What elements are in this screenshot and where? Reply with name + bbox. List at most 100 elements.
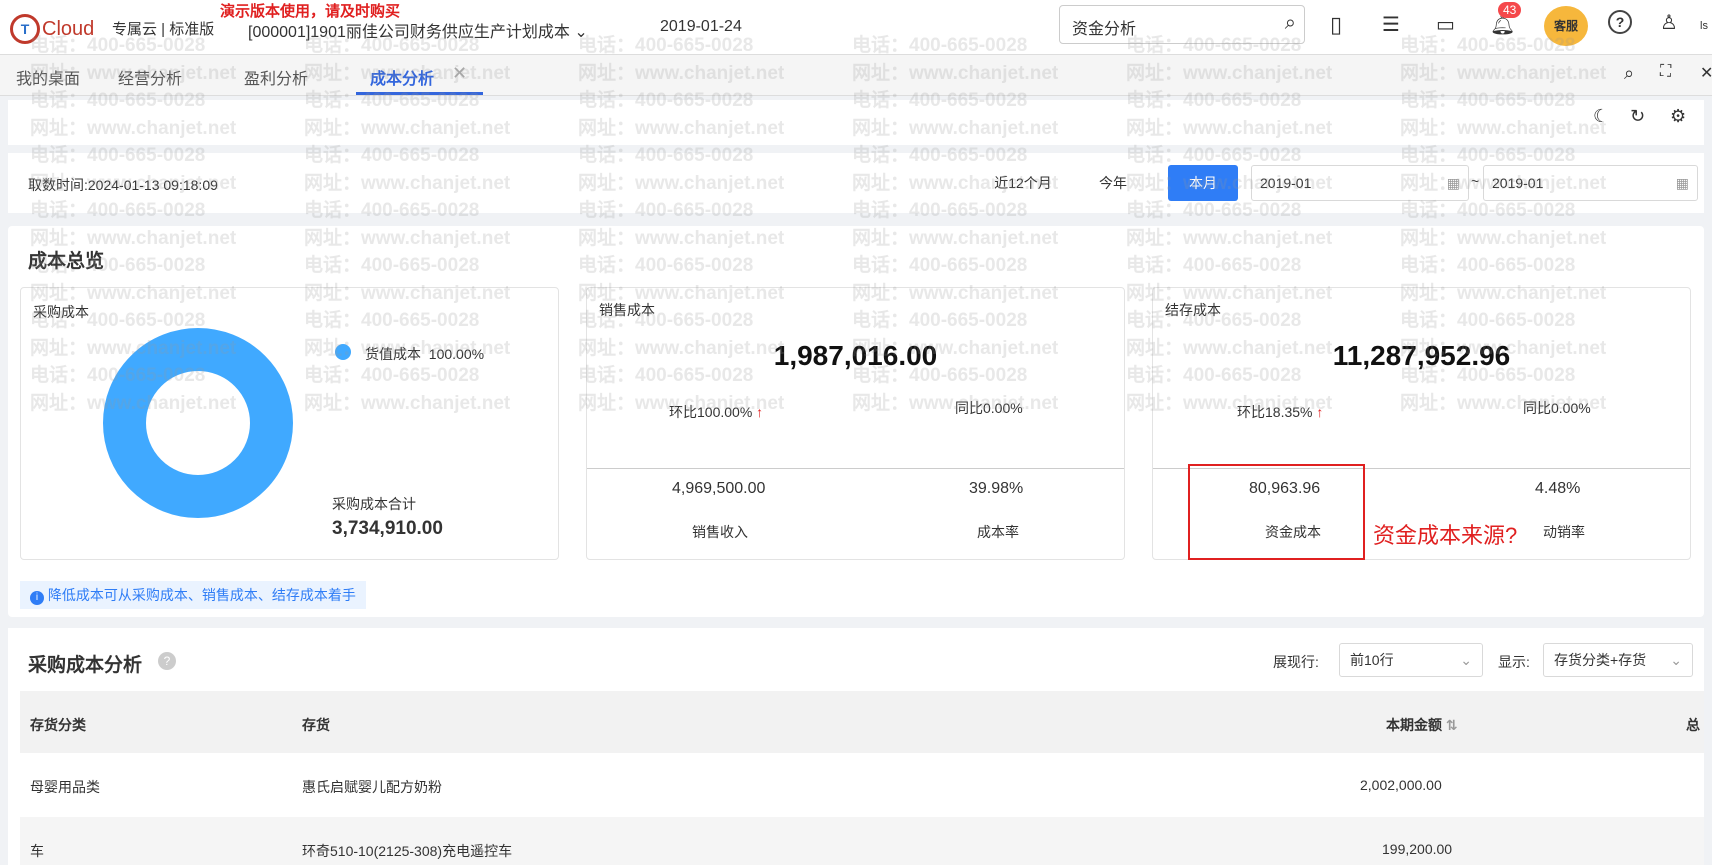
display-select[interactable]: 存货分类+存货 ⌄ — [1543, 643, 1693, 677]
cell-category: 母婴用品类 — [30, 779, 100, 795]
arrow-up-icon: ↑ — [756, 404, 764, 420]
divider — [587, 468, 1124, 469]
tab-profit-analysis[interactable]: 盈利分析 — [244, 65, 308, 89]
start-date-input[interactable]: 2019-01 ▦ — [1251, 165, 1469, 201]
sales-cost-value: 1,987,016.00 — [773, 340, 938, 371]
purchase-analysis-section: 采购成本分析 ? 展现行: 前10行 ⌄ 显示: 存货分类+存货 ⌄ 存货分类 存货… — [8, 628, 1704, 865]
fullscreen-icon[interactable]: ⛶ — [1660, 63, 1671, 81]
turnover-rate-label: 动销率 — [1543, 524, 1585, 540]
search-icon[interactable]: ⌕ — [1285, 12, 1296, 35]
close-all-icon[interactable]: ✕ — [1700, 63, 1712, 83]
sales-income: 4,969,500.00 — [672, 480, 766, 497]
highlight-box — [1188, 464, 1365, 560]
user-icon[interactable]: ♙ — [1660, 10, 1678, 35]
purchase-cost-title: 采购成本 — [33, 304, 89, 320]
calendar-icon: ▦ — [1675, 175, 1689, 191]
start-date: 2019-01 — [1260, 175, 1312, 191]
arrow-up-icon: ↑ — [1316, 404, 1324, 420]
cell-item: 惠氏启赋婴儿配方奶粉 — [302, 779, 442, 795]
help-icon[interactable]: ? — [1608, 10, 1632, 34]
user-name[interactable]: ls — [1700, 20, 1708, 32]
close-tab-icon[interactable]: ✕ — [452, 63, 467, 84]
cost-overview-card: 成本总览 采购成本 货值成本 100.00% 采购成本合计 3,734,910.… — [8, 226, 1704, 617]
purchase-total-label: 采购成本合计 — [332, 496, 416, 512]
legend-label: 货值成本 100.00% — [365, 346, 485, 362]
cell-category: 车 — [30, 843, 44, 859]
turnover-rate: 4.48% — [1535, 480, 1581, 497]
calendar-icon: ▦ — [1446, 175, 1460, 191]
search-value: 资金分析 — [1072, 21, 1137, 38]
account-name: [000001]1901丽佳公司财务供应生产计划成本 — [248, 24, 570, 41]
refresh-icon[interactable]: ↻ — [1630, 106, 1645, 127]
tab-business-analysis[interactable]: 经营分析 — [118, 65, 182, 89]
purchase-cost-card: 采购成本 货值成本 100.00% 采购成本合计 3,734,910.00 — [20, 287, 559, 560]
active-tab-indicator — [356, 92, 483, 95]
range-last-12-months[interactable]: 近12个月 — [983, 165, 1063, 201]
tip-banner: i 降低成本可从采购成本、销售成本、结存成本着手 — [20, 581, 366, 609]
column-total[interactable]: 总 — [1686, 715, 1700, 735]
edition: 专属云 | 标准版 — [112, 21, 215, 38]
cost-rate: 39.98% — [969, 480, 1024, 497]
inventory-mom: 环比18.35% ↑ — [1237, 404, 1324, 420]
fetch-time: 取数时间:2024-01-13 09:18:09 — [28, 177, 218, 193]
rows-select[interactable]: 前10行 ⌄ — [1339, 643, 1483, 677]
rows-label: 展现行: — [1273, 654, 1319, 670]
sales-mom: 环比100.00% ↑ — [669, 404, 764, 420]
purchase-donut-chart — [103, 328, 293, 518]
info-icon: i — [30, 591, 44, 605]
range-this-month[interactable]: 本月 — [1168, 165, 1238, 201]
cell-item: 环奇510-10(2125-308)充电遥控车 — [302, 843, 513, 859]
sales-yoy: 同比0.00% — [955, 400, 1023, 416]
inventory-yoy: 同比0.00% — [1523, 400, 1591, 416]
search-input[interactable]: 资金分析 ⌕ — [1059, 5, 1305, 44]
filter-bar: 取数时间:2024-01-13 09:18:09 近12个月 今年 本月 201… — [8, 153, 1704, 213]
toolbar: ☾ ↻ ⚙ — [8, 100, 1704, 145]
mobile-icon[interactable]: ▯ — [1330, 12, 1342, 38]
tip-text: 降低成本可从采购成本、销售成本、结存成本着手 — [47, 587, 356, 603]
logo[interactable]: T Cloud — [10, 14, 94, 44]
cell-amount: 2,002,000.00 — [1360, 777, 1442, 793]
customer-service-button[interactable]: 客服 — [1544, 6, 1588, 46]
end-date: 2019-01 — [1492, 175, 1544, 191]
account-selector[interactable]: [000001]1901丽佳公司财务供应生产计划成本 ⌄ — [248, 18, 588, 42]
inventory-cost-title: 结存成本 — [1165, 302, 1221, 318]
column-amount[interactable]: 本期金额 ⇅ — [1386, 715, 1458, 735]
cell-amount: 199,200.00 — [1382, 841, 1453, 857]
chevron-down-icon: ⌄ — [1460, 652, 1472, 668]
overview-title: 成本总览 — [28, 251, 105, 272]
top-header: 演示版本使用，请及时购买 T Cloud 专属云 | 标准版 [000001]1… — [0, 0, 1712, 55]
tab-bar: 我的桌面 经营分析 盈利分析 成本分析 ✕ ⌕ ⛶ ✕ — [0, 55, 1712, 96]
date-separator: ~ — [1471, 173, 1480, 189]
task-list-icon[interactable]: ☰ — [1382, 12, 1400, 37]
legend-dot — [335, 344, 351, 360]
logo-text: Cloud — [42, 17, 95, 40]
message-icon[interactable]: ▭ — [1436, 12, 1455, 37]
column-item[interactable]: 存货 — [302, 715, 330, 735]
sort-icon: ⇅ — [1445, 717, 1458, 733]
theme-icon[interactable]: ☾ — [1593, 106, 1609, 127]
logo-icon: T — [10, 14, 40, 44]
notification-badge: 43 — [1498, 2, 1522, 18]
table-row[interactable]: 母婴用品类 惠氏启赋婴儿配方奶粉 2,002,000.00 — [20, 753, 1704, 817]
purchase-total: 3,734,910.00 — [332, 518, 443, 539]
settings-icon[interactable]: ⚙ — [1670, 106, 1686, 127]
sales-cost-title: 销售成本 — [599, 302, 655, 318]
end-date-input[interactable]: 2019-01 ▦ — [1483, 165, 1698, 201]
chevron-down-icon: ⌄ — [574, 24, 588, 41]
table-header: 存货分类 存货 本期金额 ⇅ 总 — [20, 691, 1704, 753]
column-category[interactable]: 存货分类 — [30, 715, 86, 735]
tab-search-icon[interactable]: ⌕ — [1624, 63, 1634, 84]
sales-income-label: 销售收入 — [692, 524, 748, 540]
tab-my-desktop[interactable]: 我的桌面 — [16, 65, 80, 89]
analysis-title: 采购成本分析 — [28, 655, 143, 676]
chevron-down-icon: ⌄ — [1670, 652, 1682, 668]
display-label: 显示: — [1498, 654, 1530, 670]
range-this-year[interactable]: 今年 — [1083, 165, 1143, 201]
system-date: 2019-01-24 — [660, 18, 742, 35]
help-icon[interactable]: ? — [158, 652, 176, 670]
table-row[interactable]: 车 环奇510-10(2125-308)充电遥控车 199,200.00 — [20, 817, 1704, 865]
sales-cost-card: 销售成本 1,987,016.00 环比100.00% ↑ 同比0.00% 4,… — [586, 287, 1125, 560]
inventory-cost-value: 11,287,952.96 — [1332, 340, 1511, 371]
cost-rate-label: 成本率 — [977, 524, 1019, 540]
tab-cost-analysis[interactable]: 成本分析 — [370, 65, 434, 89]
